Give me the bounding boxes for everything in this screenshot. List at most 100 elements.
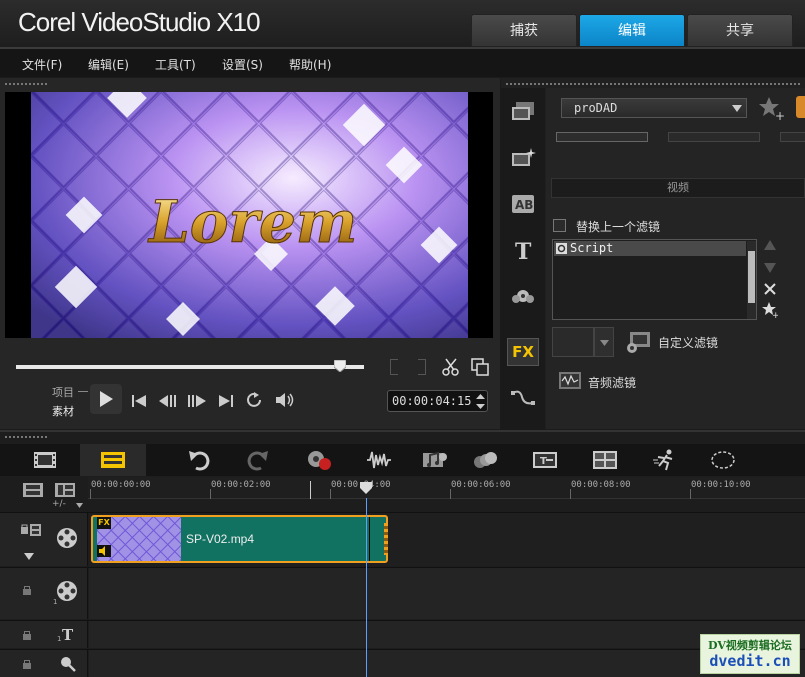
lock-icon[interactable]: [22, 629, 32, 641]
add-to-favorites-icon[interactable]: +: [762, 302, 778, 318]
overlay-track-body[interactable]: [89, 568, 805, 619]
mask-circle-icon: [711, 451, 735, 469]
auto-music-icon: [423, 451, 447, 467]
replace-filter-label: 替换上一个滤镜: [576, 220, 661, 234]
preset-dropdown[interactable]: [594, 327, 614, 357]
track-expand-icon[interactable]: [24, 553, 34, 560]
sound-mixer-button[interactable]: [364, 446, 394, 474]
auto-music-button[interactable]: [420, 446, 450, 474]
panel-grip[interactable]: [4, 82, 48, 86]
time-remapping-button[interactable]: [650, 446, 680, 474]
media-library-icon[interactable]: [507, 98, 539, 126]
zoom-chevron-icon[interactable]: [76, 503, 83, 508]
panel-grip-right[interactable]: [505, 82, 801, 86]
add-favorite-icon[interactable]: +: [758, 96, 785, 124]
redo-button[interactable]: [243, 446, 273, 474]
title-icon[interactable]: T: [507, 236, 539, 264]
undo-button[interactable]: [184, 446, 214, 474]
timecode-field[interactable]: 00:00:04:15: [387, 390, 488, 412]
mask-creator-button[interactable]: [708, 446, 738, 474]
home-button[interactable]: [131, 393, 147, 412]
title-track: 1 T: [0, 620, 805, 648]
filter-visible-icon[interactable]: [556, 243, 567, 254]
mark-out-bracket[interactable]: [418, 359, 426, 375]
motion-tracking-button[interactable]: [470, 446, 500, 474]
enlarge-preview-icon[interactable]: [471, 358, 489, 376]
next-frame-button[interactable]: [187, 393, 207, 412]
timecode-spinner-icon[interactable]: [476, 394, 485, 409]
mark-line: [310, 481, 311, 499]
menu-help[interactable]: 帮助(H): [289, 56, 331, 73]
custom-filter-button[interactable]: [626, 330, 652, 354]
play-button[interactable]: [90, 384, 122, 414]
svg-text:+: +: [775, 109, 784, 120]
tab-share[interactable]: 共享: [687, 14, 793, 47]
overlay-track-header: 1: [0, 568, 88, 619]
graphics-icon[interactable]: [507, 282, 539, 310]
filter-category-dropdown[interactable]: proDAD: [561, 98, 747, 118]
zoom-label[interactable]: +/-: [52, 499, 66, 509]
move-down-icon[interactable]: [764, 263, 776, 273]
subtitle-editor-button[interactable]: T: [530, 446, 560, 474]
video-track-body[interactable]: FX SP-V02.mp4: [89, 513, 805, 566]
menu-edit[interactable]: 编辑(E): [88, 56, 129, 73]
filter-content: proDAD + 视频 替换上一个滤镜 Script + 自定义滤镜 音频滤镜: [546, 88, 805, 429]
voice-track-body[interactable]: [89, 650, 805, 677]
lock-ripple-icon[interactable]: [20, 523, 42, 537]
lock-icon[interactable]: [22, 584, 32, 596]
thumb-strip-2[interactable]: [668, 132, 760, 142]
path-icon[interactable]: [507, 384, 539, 412]
scrub-handle[interactable]: [333, 357, 347, 373]
filter-list-scrollbar[interactable]: [747, 241, 756, 319]
timeline-grip[interactable]: [4, 435, 48, 439]
multi-camera-button[interactable]: [590, 446, 620, 474]
previous-frame-button[interactable]: [158, 393, 178, 412]
show-all-tracks-icon[interactable]: [22, 482, 44, 502]
watermark-line2: dvedit.cn: [709, 652, 791, 670]
delete-filter-icon[interactable]: [764, 283, 776, 295]
scrub-track[interactable]: [16, 365, 364, 369]
tab-edit[interactable]: 编辑: [579, 14, 685, 47]
tab-capture[interactable]: 捕获: [471, 14, 577, 47]
playhead-handle-icon[interactable]: [360, 482, 372, 494]
options-handle[interactable]: [796, 96, 805, 118]
timeline-ruler[interactable]: 00:00:00:00 00:00:02:00 00:00:04:00 00:0…: [88, 477, 805, 499]
timecode-value[interactable]: 00:00:04:15: [392, 394, 471, 408]
mark-in-bracket[interactable]: [390, 359, 398, 375]
volume-button[interactable]: [275, 392, 295, 412]
audio-filter-button[interactable]: [558, 370, 582, 392]
preview-frame: Lorem: [31, 92, 468, 338]
filter-list-item[interactable]: Script: [554, 241, 746, 256]
playhead-line: [366, 498, 367, 677]
repeat-button[interactable]: [246, 392, 264, 412]
title-track-body[interactable]: [89, 621, 805, 648]
mode-clip-label[interactable]: 素材: [52, 403, 74, 419]
scissors-icon[interactable]: [442, 358, 460, 376]
thumb-strip-3[interactable]: [780, 132, 805, 142]
thumb-strip-1[interactable]: [556, 132, 648, 142]
menu-tools[interactable]: 工具(T): [155, 56, 196, 73]
lock-icon[interactable]: [22, 658, 32, 670]
video-clip[interactable]: FX SP-V02.mp4: [91, 515, 388, 563]
end-button[interactable]: [218, 393, 234, 412]
audio-filter-label[interactable]: 音频滤镜: [588, 374, 636, 391]
storyboard-view-button[interactable]: [30, 446, 60, 474]
replace-filter-checkbox[interactable]: [553, 219, 566, 232]
mode-project-label[interactable]: 项目: [52, 384, 74, 400]
preset-thumb[interactable]: [552, 327, 594, 357]
timeline-view-button[interactable]: [80, 444, 146, 476]
clip-trim-handle[interactable]: [384, 523, 388, 555]
transition-icon[interactable]: AB: [507, 190, 539, 218]
scroll-thumb[interactable]: [748, 251, 755, 303]
instant-project-icon[interactable]: [507, 144, 539, 172]
preview-image: Lorem: [31, 92, 468, 338]
menu-file[interactable]: 文件(F): [22, 56, 62, 73]
menu-settings[interactable]: 设置(S): [222, 56, 263, 73]
applied-filter-list[interactable]: Script: [552, 239, 757, 320]
timeline-panel: T +/- 00:00:00:00 00:00:02:00 00:00:04:0…: [0, 430, 805, 677]
split-screen-icon: [593, 451, 617, 469]
filter-icon[interactable]: FX: [507, 338, 539, 366]
custom-filter-label[interactable]: 自定义滤镜: [658, 334, 718, 351]
move-up-icon[interactable]: [764, 240, 776, 250]
record-capture-button[interactable]: [304, 446, 334, 474]
